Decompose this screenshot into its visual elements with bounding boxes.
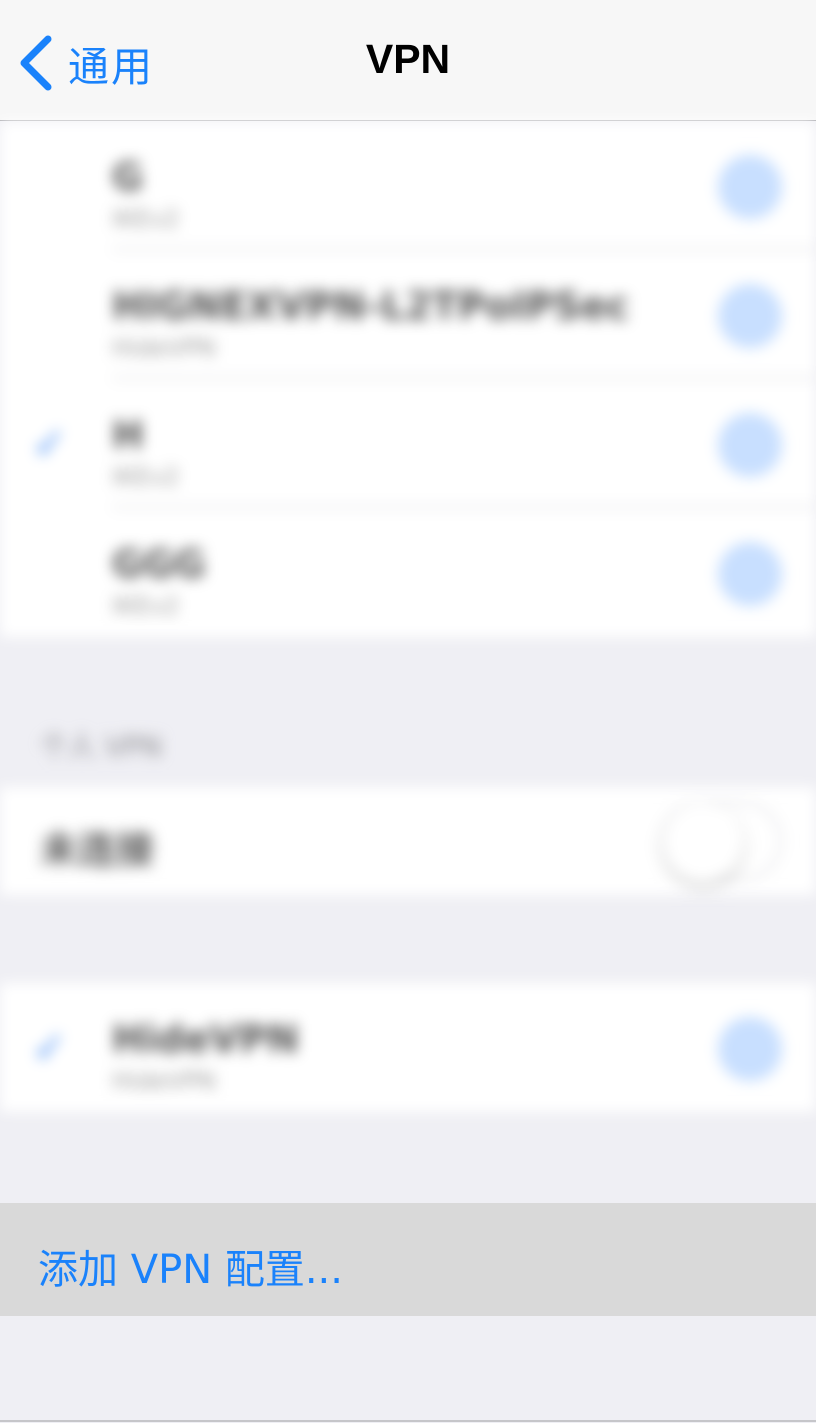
checkmark-icon: ✓	[32, 419, 68, 468]
vpn-toggle[interactable]	[662, 801, 782, 882]
vpn-config-type: HideVPN	[112, 1067, 216, 1095]
vpn-config-name: H	[112, 413, 144, 457]
personal-vpn-status-row: 未连接	[0, 787, 816, 895]
toggle-knob	[663, 802, 743, 882]
add-vpn-config-label: 添加 VPN 配置...	[38, 1247, 343, 1293]
vpn-config-type: HideVPN	[112, 334, 216, 362]
vpn-config-row[interactable]: GGG IKEv2	[0, 508, 816, 637]
info-icon[interactable]	[718, 155, 782, 219]
vpn-config-row[interactable]: G IKEv2	[0, 121, 816, 250]
blurred-content: G IKEv2 HIGNEXVPN-L2TPoIPSec HideVPN ✓ H…	[0, 121, 816, 1203]
vpn-config-row[interactable]: ✓ H IKEv2	[0, 379, 816, 508]
vpn-config-type: IKEv2	[112, 592, 180, 620]
vpn-config-type: IKEv2	[112, 463, 180, 491]
info-icon[interactable]	[718, 413, 782, 477]
checkmark-icon: ✓	[32, 1023, 68, 1072]
personal-vpn-list: ✓ HideVPN HideVPN	[0, 983, 816, 1112]
vpn-config-row[interactable]: ✓ HideVPN HideVPN	[0, 983, 816, 1112]
vpn-config-name: HideVPN	[112, 1017, 299, 1061]
info-icon[interactable]	[718, 284, 782, 348]
info-icon[interactable]	[718, 542, 782, 606]
status-label: 未连接	[40, 828, 155, 872]
section-header-personal-vpn: 个人 VPN	[40, 730, 162, 763]
info-icon[interactable]	[718, 1017, 782, 1081]
vpn-config-row[interactable]: HIGNEXVPN-L2TPoIPSec HideVPN	[0, 250, 816, 379]
vpn-config-name: GGG	[112, 542, 206, 586]
vpn-config-type: IKEv2	[112, 205, 180, 233]
page-title: VPN	[365, 36, 451, 82]
vpn-config-name: HIGNEXVPN-L2TPoIPSec	[112, 284, 630, 328]
vpn-config-name: G	[112, 155, 144, 199]
navigation-bar: 通用 VPN	[0, 0, 816, 121]
bottom-divider	[0, 1420, 816, 1422]
add-vpn-config-button[interactable]: 添加 VPN 配置...	[0, 1203, 816, 1316]
vpn-config-list: G IKEv2 HIGNEXVPN-L2TPoIPSec HideVPN ✓ H…	[0, 121, 816, 637]
